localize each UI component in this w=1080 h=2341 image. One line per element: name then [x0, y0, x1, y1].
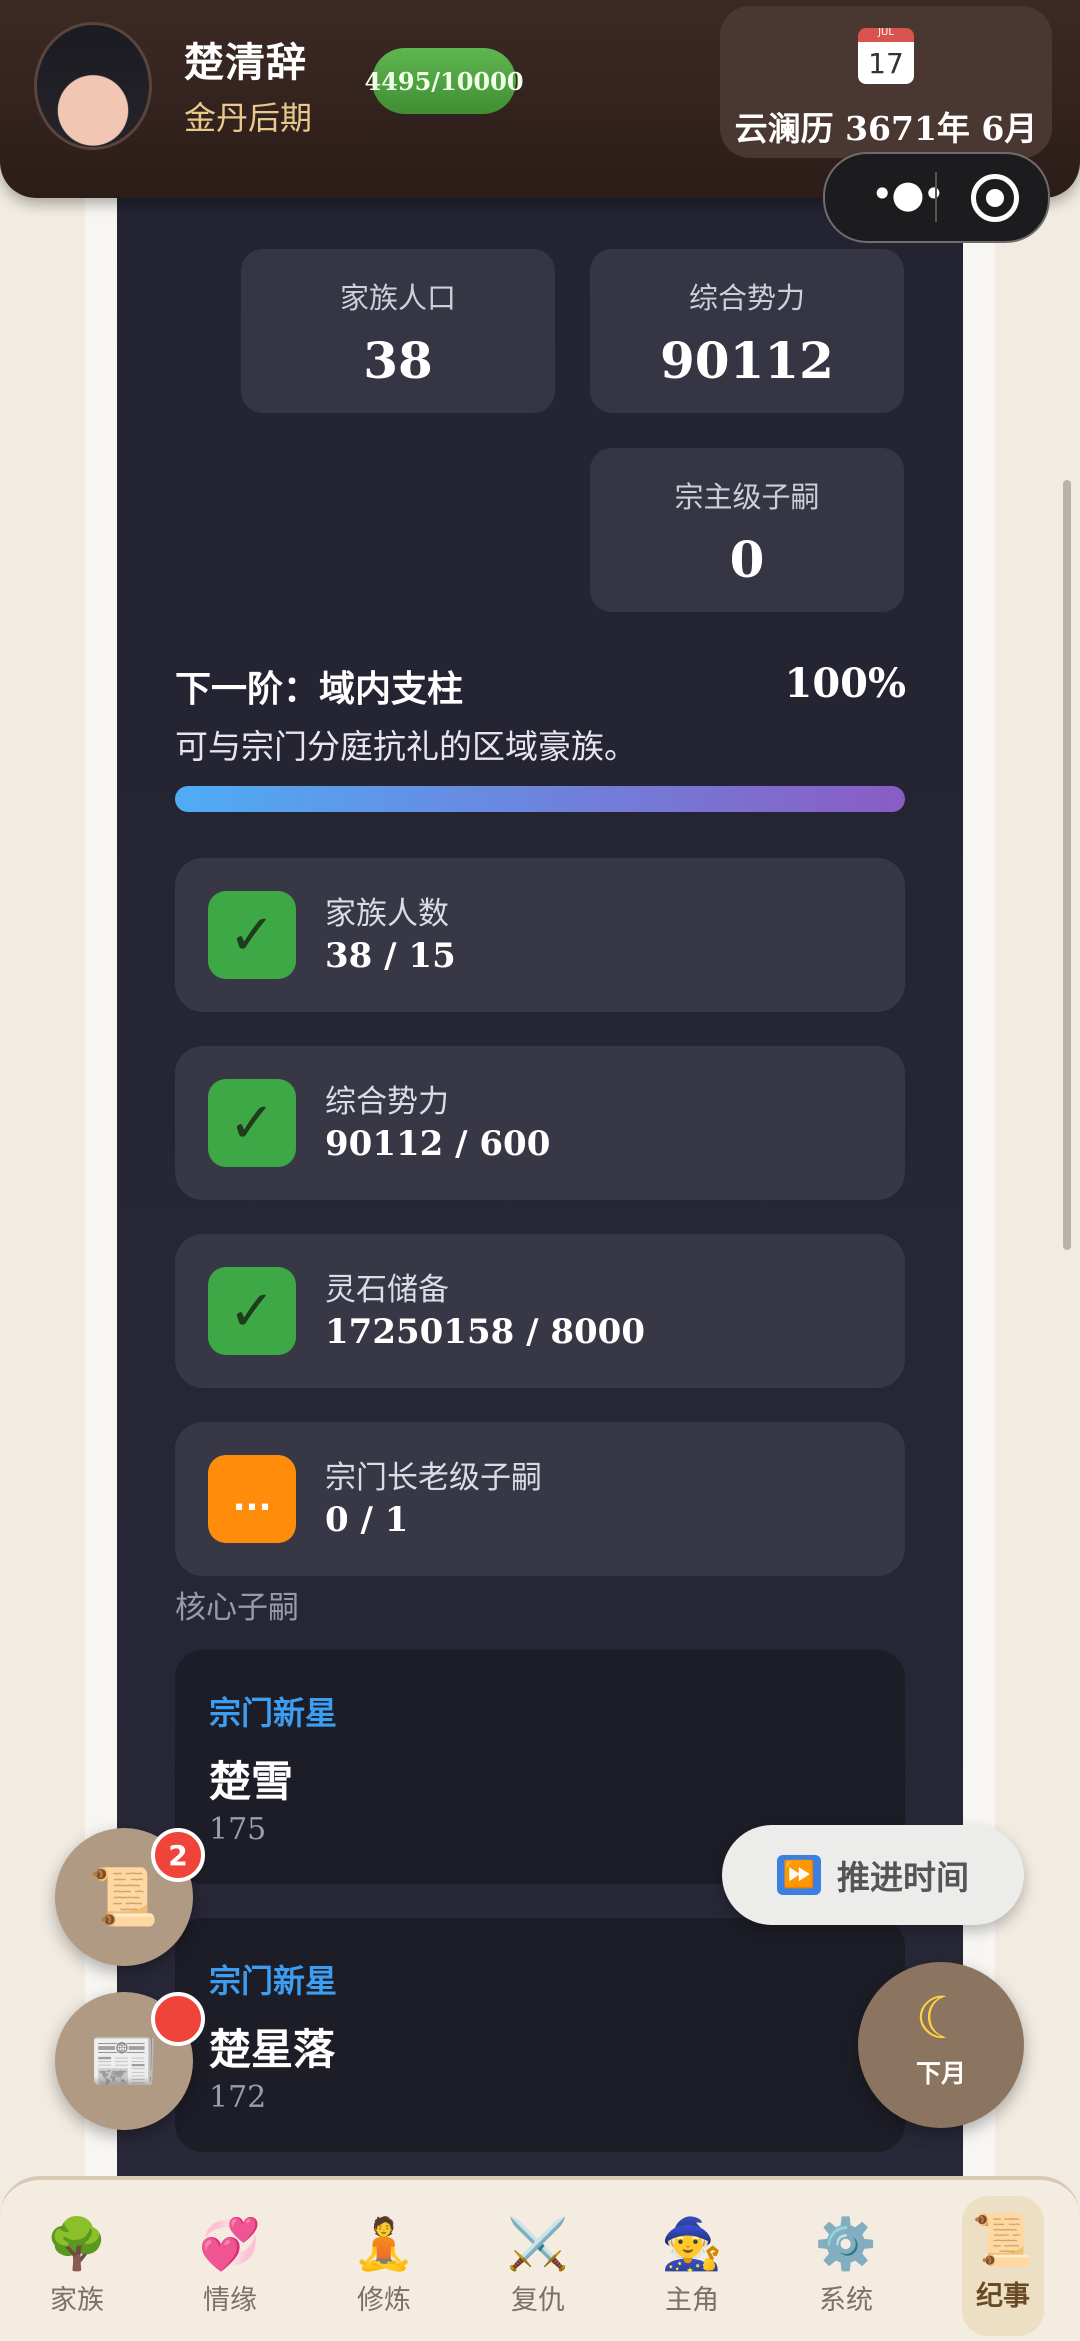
heir-value: 172: [209, 2080, 267, 2115]
left-gutter: [0, 0, 85, 2337]
requirement-item: ... 宗门长老级子嗣 0 / 1: [175, 1422, 905, 1576]
heir-title: 宗门新星: [209, 1962, 338, 2000]
meditation-icon: 🧘: [352, 2215, 416, 2273]
heir-name: 楚雪: [209, 1757, 294, 1806]
crescent-moon-icon: ☾: [915, 1984, 967, 2052]
notification-dot: [151, 1992, 205, 2046]
nav-item-protagonist[interactable]: 🧙 主角: [637, 2214, 747, 2317]
news-button[interactable]: 📰: [55, 1992, 205, 2130]
requirement-item: ✓ 综合势力 90112 / 600: [175, 1046, 905, 1200]
stat-card-population: 家族人口 38: [241, 249, 555, 413]
more-menu-icon[interactable]: •●•: [871, 172, 945, 216]
check-icon: ✓: [208, 1267, 296, 1355]
miniprogram-capsule: •●•: [823, 152, 1050, 243]
notification-badge: 2: [151, 1828, 205, 1882]
requirement-item: ✓ 灵石储备 17250158 / 8000: [175, 1234, 905, 1388]
next-tier-percent: 100%: [784, 660, 906, 707]
nav-item-chronicle[interactable]: 📜 纪事: [962, 2196, 1044, 2336]
stat-card-leader-heirs: 宗主级子嗣 0: [590, 448, 904, 612]
next-month-button[interactable]: ☾ 下月: [858, 1962, 1024, 2128]
heir-name: 楚星落: [209, 2025, 336, 2074]
core-heirs-label: 核心子嗣: [175, 1590, 299, 1626]
player-name: 楚清辞: [184, 40, 307, 86]
requirement-item: ✓ 家族人数 38 / 15: [175, 858, 905, 1012]
date-panel: JUL 17 云澜历 3671年 6月: [720, 6, 1052, 158]
current-date: 云澜历 3671年 6月: [734, 109, 1038, 148]
nav-item-family[interactable]: 🌳 家族: [22, 2214, 132, 2317]
scroll-events-button[interactable]: 📜 2: [55, 1828, 205, 1966]
exp-indicator: 4495/10000: [364, 48, 524, 114]
next-tier-title: 下一阶：域内支柱: [175, 669, 464, 710]
scrollbar[interactable]: [1063, 480, 1071, 1250]
gear-icon: ⚙️: [814, 2215, 878, 2273]
heir-value: 175: [209, 1812, 267, 1847]
hearts-icon: 💞: [198, 2215, 262, 2273]
heir-card[interactable]: 宗门新星 楚星落 172: [175, 1918, 905, 2152]
nav-item-system[interactable]: ⚙️ 系统: [791, 2214, 901, 2317]
newspaper-icon: 📰: [89, 2029, 159, 2094]
nav-item-romance[interactable]: 💞 情缘: [175, 2214, 285, 2317]
tree-icon: 🌳: [45, 2215, 109, 2273]
next-tier-description: 可与宗门分庭抗礼的区域豪族。: [175, 727, 637, 766]
player-avatar[interactable]: [34, 22, 152, 150]
scroll-icon: 📜: [89, 1865, 159, 1930]
next-tier-progress-bar: [175, 786, 905, 812]
capsule-divider: [935, 172, 937, 222]
bottom-nav: 🌳 家族 💞 情缘 🧘 修炼 ⚔️ 复仇 🧙 主角 ⚙️ 系统 📜 纪事: [0, 2176, 1080, 2341]
nav-item-cultivation[interactable]: 🧘 修炼: [329, 2214, 439, 2317]
calendar-icon: JUL 17: [858, 27, 914, 84]
fast-forward-icon: ⏩: [777, 1855, 821, 1895]
scroll-icon: 📜: [971, 2211, 1035, 2269]
nav-item-revenge[interactable]: ⚔️ 复仇: [483, 2214, 593, 2317]
advance-time-button[interactable]: ⏩ 推进时间: [722, 1825, 1024, 1925]
pending-icon: ...: [208, 1455, 296, 1543]
check-icon: ✓: [208, 891, 296, 979]
heir-title: 宗门新星: [209, 1694, 338, 1732]
check-icon: ✓: [208, 1079, 296, 1167]
mage-icon: 🧙: [660, 2215, 724, 2273]
stat-card-power: 综合势力 90112: [590, 249, 904, 413]
close-target-icon[interactable]: [971, 174, 1019, 222]
crossed-swords-icon: ⚔️: [506, 2215, 570, 2273]
player-realm: 金丹后期: [184, 99, 313, 137]
